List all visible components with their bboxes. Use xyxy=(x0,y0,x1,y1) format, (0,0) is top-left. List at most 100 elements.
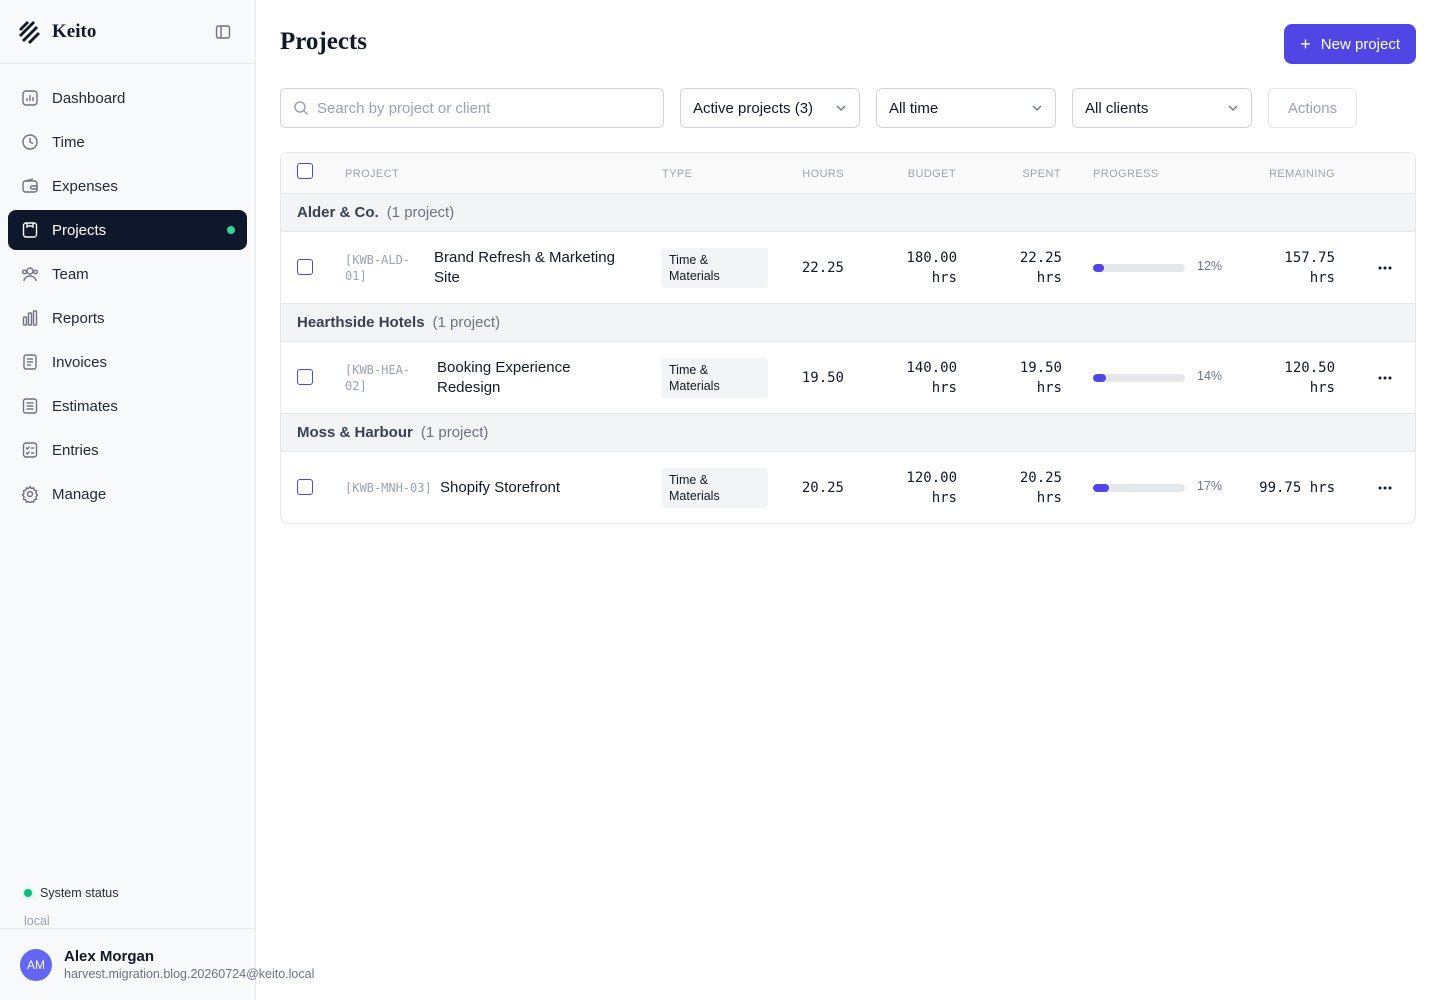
project-code: [KWB-HEA- 02] xyxy=(345,362,410,394)
search-input[interactable] xyxy=(317,99,647,117)
sidebar-item-label: Entries xyxy=(52,441,99,459)
progress-percent: 17% xyxy=(1197,479,1223,493)
sidebar-item-label: Projects xyxy=(52,221,107,239)
client-project-count: (1 project) xyxy=(386,204,455,221)
project-name-line: Booking Experience xyxy=(437,359,571,376)
client-project-count: (1 project) xyxy=(432,314,501,331)
sidebar-item-label: Manage xyxy=(52,485,107,503)
sidebar-item-projects[interactable]: Projects xyxy=(8,210,247,250)
budget-value: 180.00 hrs xyxy=(906,248,957,288)
header-progress: PROGRESS xyxy=(1093,168,1159,180)
period-filter-select[interactable]: All time xyxy=(876,88,1056,128)
header-type: TYPE xyxy=(662,168,693,180)
remaining-value: 99.75 hrs xyxy=(1259,478,1335,498)
sidebar-item-entries[interactable]: Entries xyxy=(8,430,247,470)
budget-line: 180.00 xyxy=(906,250,957,266)
clock-icon xyxy=(20,132,40,152)
client-filter-select[interactable]: All clients xyxy=(1072,88,1252,128)
project-name-link[interactable]: Brand Refresh & Marketing Site xyxy=(434,248,615,288)
sidebar-item-team[interactable]: Team xyxy=(8,254,247,294)
sidebar-item-reports[interactable]: Reports xyxy=(8,298,247,338)
spent-line: 20.25 xyxy=(1019,470,1062,486)
sidebar-item-estimates[interactable]: Estimates xyxy=(8,386,247,426)
sidebar-item-dashboard[interactable]: Dashboard xyxy=(8,78,247,118)
team-icon xyxy=(20,264,40,284)
actions-button[interactable]: Actions xyxy=(1268,88,1357,128)
remaining-line: hrs xyxy=(1309,270,1335,286)
system-status-line[interactable]: System status xyxy=(24,886,232,900)
project-name-link[interactable]: Booking Experience Redesign xyxy=(437,358,570,398)
type-line: Materials xyxy=(669,489,720,503)
type-line: Materials xyxy=(669,269,720,283)
table-row[interactable]: [KWB-MNH-03] Shopify Storefront Time & M… xyxy=(281,451,1415,523)
table-row[interactable]: [KWB-HEA- 02] Booking Experience Redesig… xyxy=(281,341,1415,413)
avatar: AM xyxy=(20,948,52,981)
sidebar-item-invoices[interactable]: Invoices xyxy=(8,342,247,382)
type-line: Time & xyxy=(669,363,709,377)
budget-line: hrs xyxy=(931,490,957,506)
new-project-button[interactable]: + New project xyxy=(1284,24,1416,64)
more-horizontal-icon xyxy=(1378,266,1392,270)
remaining-value: 157.75 hrs xyxy=(1284,248,1335,288)
select-all-checkbox[interactable] xyxy=(297,163,313,179)
brand-name: Keito xyxy=(52,20,97,42)
header-project: PROJECT xyxy=(345,168,400,180)
chevron-down-icon xyxy=(1032,105,1042,111)
row-menu-button[interactable] xyxy=(1375,478,1395,498)
sidebar-item-label: Estimates xyxy=(52,397,118,415)
chevron-down-icon xyxy=(836,105,846,111)
row-menu-button[interactable] xyxy=(1375,368,1395,388)
sidebar-toggle-button[interactable] xyxy=(213,22,233,42)
project-code-line: 01] xyxy=(345,269,367,283)
hours-value: 20.25 xyxy=(801,480,844,496)
row-checkbox[interactable] xyxy=(297,259,313,275)
budget-line: hrs xyxy=(931,270,957,286)
sidebar: Keito Dashboard Time Expenses Projects T… xyxy=(0,0,314,1000)
status-indicator-dot xyxy=(24,889,32,897)
hours-value: 19.50 xyxy=(801,370,844,386)
hours-value: 22.25 xyxy=(801,260,844,276)
project-name-link[interactable]: Shopify Storefront xyxy=(440,478,560,498)
sidebar-item-label: Team xyxy=(52,265,89,283)
invoice-icon xyxy=(20,352,40,372)
project-name-line: Shopify Storefront xyxy=(440,479,561,496)
sidebar-item-manage[interactable]: Manage xyxy=(8,474,247,514)
status-filter-value: Active projects (3) xyxy=(693,99,814,117)
wallet-icon xyxy=(20,176,40,196)
active-indicator-dot xyxy=(227,226,235,234)
row-checkbox[interactable] xyxy=(297,479,313,495)
system-status: System status local xyxy=(0,886,256,928)
project-code-line: [KWB-HEA- xyxy=(345,363,411,377)
spent-line: hrs xyxy=(1036,490,1062,506)
sidebar-item-time[interactable]: Time xyxy=(8,122,247,162)
header-spent: SPENT xyxy=(1022,168,1061,180)
progress-bar xyxy=(1093,484,1185,492)
list-icon xyxy=(20,396,40,416)
client-name: Hearthside Hotels xyxy=(297,314,425,331)
project-code-line: [KWB-MNH-03] xyxy=(345,481,432,495)
spent-value: 22.25 hrs xyxy=(1020,248,1062,288)
sidebar-item-label: Reports xyxy=(52,309,105,327)
project-name-line: Site xyxy=(434,269,460,286)
user-profile[interactable]: AM Alex Morgan harvest.migration.blog.20… xyxy=(0,928,314,1000)
sidebar-panel-icon xyxy=(215,25,231,39)
status-filter-select[interactable]: Active projects (3) xyxy=(680,88,860,128)
type-line: Time & xyxy=(669,253,709,267)
progress-bar-fill xyxy=(1093,484,1109,492)
more-horizontal-icon xyxy=(1378,376,1392,380)
progress-bar xyxy=(1093,264,1185,272)
spent-line: hrs xyxy=(1036,270,1062,286)
row-menu-button[interactable] xyxy=(1375,258,1395,278)
progress-percent: 12% xyxy=(1197,259,1223,273)
header-remaining: REMAINING xyxy=(1269,168,1335,180)
row-checkbox[interactable] xyxy=(297,369,313,385)
folder-icon xyxy=(20,220,40,240)
projects-table: PROJECT TYPE HOURS BUDGET SPENT PROGRESS… xyxy=(280,152,1416,524)
remaining-line: 120.50 xyxy=(1284,360,1335,376)
table-row[interactable]: [KWB-ALD- 01] Brand Refresh & Marketing … xyxy=(281,231,1415,303)
search-icon xyxy=(294,101,309,116)
new-project-label: New project xyxy=(1320,35,1400,53)
more-horizontal-icon xyxy=(1378,486,1392,490)
plus-icon: + xyxy=(1300,34,1311,54)
sidebar-item-expenses[interactable]: Expenses xyxy=(8,166,247,206)
